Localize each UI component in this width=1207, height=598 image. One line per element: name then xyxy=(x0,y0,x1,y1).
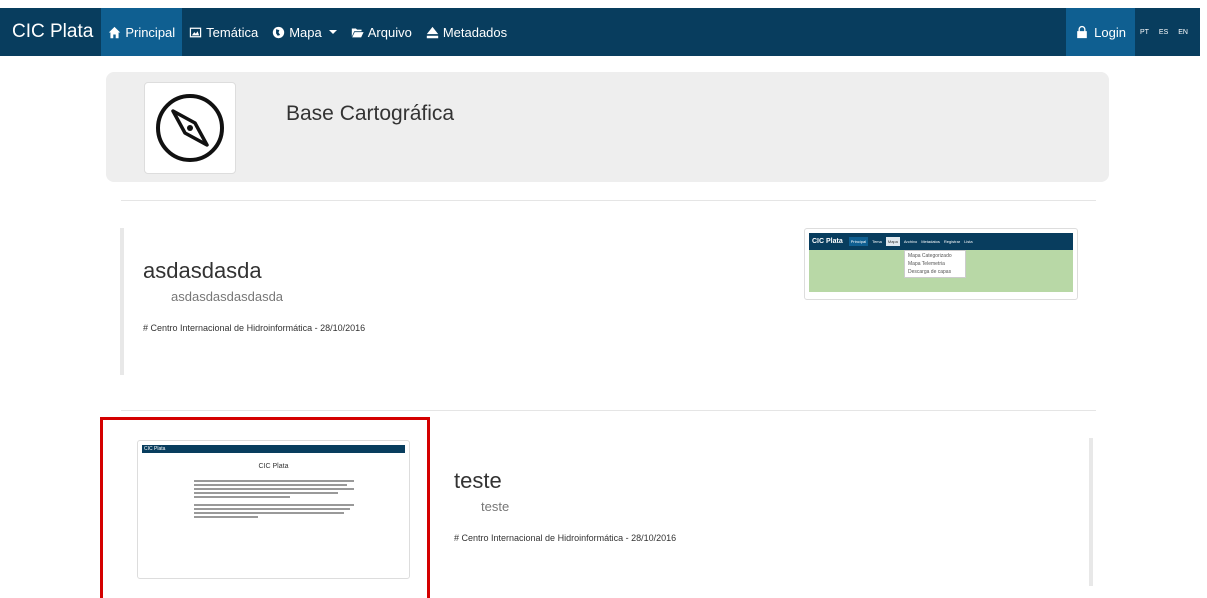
post-title[interactable]: teste xyxy=(454,468,502,494)
post-thumbnail[interactable]: CIC Plata Principal Tema Mapa Archivo Me… xyxy=(804,228,1078,300)
top-navbar: CIC Plata Principal Temática Mapa Arquiv… xyxy=(0,8,1200,56)
thumbnail-nav-item: Lista xyxy=(964,239,973,244)
thumbnail-map: Mapa Categorizado Mapa Telemetria Descar… xyxy=(809,250,1073,292)
nav-item-metadados[interactable]: Metadados xyxy=(419,8,514,56)
caret-down-icon xyxy=(328,30,337,34)
nav-item-label: Mapa xyxy=(289,24,322,40)
post-subtitle: teste xyxy=(481,499,510,514)
thumbnail-dropdown-item: Mapa Telemetria xyxy=(908,261,945,267)
brand-link[interactable]: CIC Plata xyxy=(0,8,101,56)
thumbnail-nav-item: Metadatos xyxy=(921,239,940,244)
thumbnail-brand: CIC Plata xyxy=(812,238,843,245)
eject-icon xyxy=(426,26,438,38)
post-border xyxy=(1089,438,1093,586)
nav-item-label: Temática xyxy=(206,24,259,40)
divider xyxy=(121,200,1096,201)
page-title: Base Cartográfica xyxy=(286,102,455,125)
folder-open-icon xyxy=(351,27,364,37)
nav-item-label: Metadados xyxy=(442,24,508,40)
post-meta: # Centro Internacional de Hidroinformáti… xyxy=(454,533,677,543)
thumbnail-nav-item: Principal xyxy=(848,237,869,246)
header-jumbotron: Base Cartográfica xyxy=(106,72,1109,182)
thumbnail-nav-item: Tema xyxy=(872,239,882,244)
post-border xyxy=(120,228,124,375)
divider xyxy=(121,410,1096,411)
lang-en[interactable]: EN xyxy=(1173,29,1200,36)
picture-icon xyxy=(189,27,202,37)
thumbnail-dropdown: Mapa Categorizado Mapa Telemetria Descar… xyxy=(904,250,966,278)
highlight-box xyxy=(100,417,430,598)
post-subtitle: asdasdasdasdasda xyxy=(171,289,284,304)
lang-pt[interactable]: PT xyxy=(1135,29,1154,36)
thumbnail-navbar: CIC Plata Principal Tema Mapa Archivo Me… xyxy=(809,233,1073,250)
post-meta: # Centro Internacional de Hidroinformáti… xyxy=(143,323,366,333)
nav-item-label: Arquivo xyxy=(367,24,412,40)
lang-es[interactable]: ES xyxy=(1154,29,1173,36)
thumbnail-nav-item: Registrar xyxy=(943,239,961,244)
login-button[interactable]: Login xyxy=(1066,8,1135,56)
nav-item-principal[interactable]: Principal xyxy=(101,8,183,56)
nav-item-arquivo[interactable]: Arquivo xyxy=(344,8,419,56)
login-label: Login xyxy=(1094,24,1126,40)
nav-item-mapa[interactable]: Mapa xyxy=(265,8,344,56)
thumbnail-nav-item: Mapa xyxy=(885,237,900,246)
compass-icon xyxy=(144,82,236,174)
thumbnail-dropdown-item: Descarga de capas xyxy=(908,269,952,275)
nav-item-tematica[interactable]: Temática xyxy=(182,8,265,56)
post-title[interactable]: asdasdasda xyxy=(143,258,262,284)
thumbnail-dropdown-item: Mapa Categorizado xyxy=(908,253,952,259)
nav-item-label: Principal xyxy=(125,24,176,40)
home-icon xyxy=(109,26,121,38)
lock-icon xyxy=(1077,25,1087,39)
thumbnail-nav-item: Archivo xyxy=(903,239,918,244)
navbar-right: Login PT ES EN xyxy=(1066,8,1200,56)
globe-icon xyxy=(273,26,285,38)
